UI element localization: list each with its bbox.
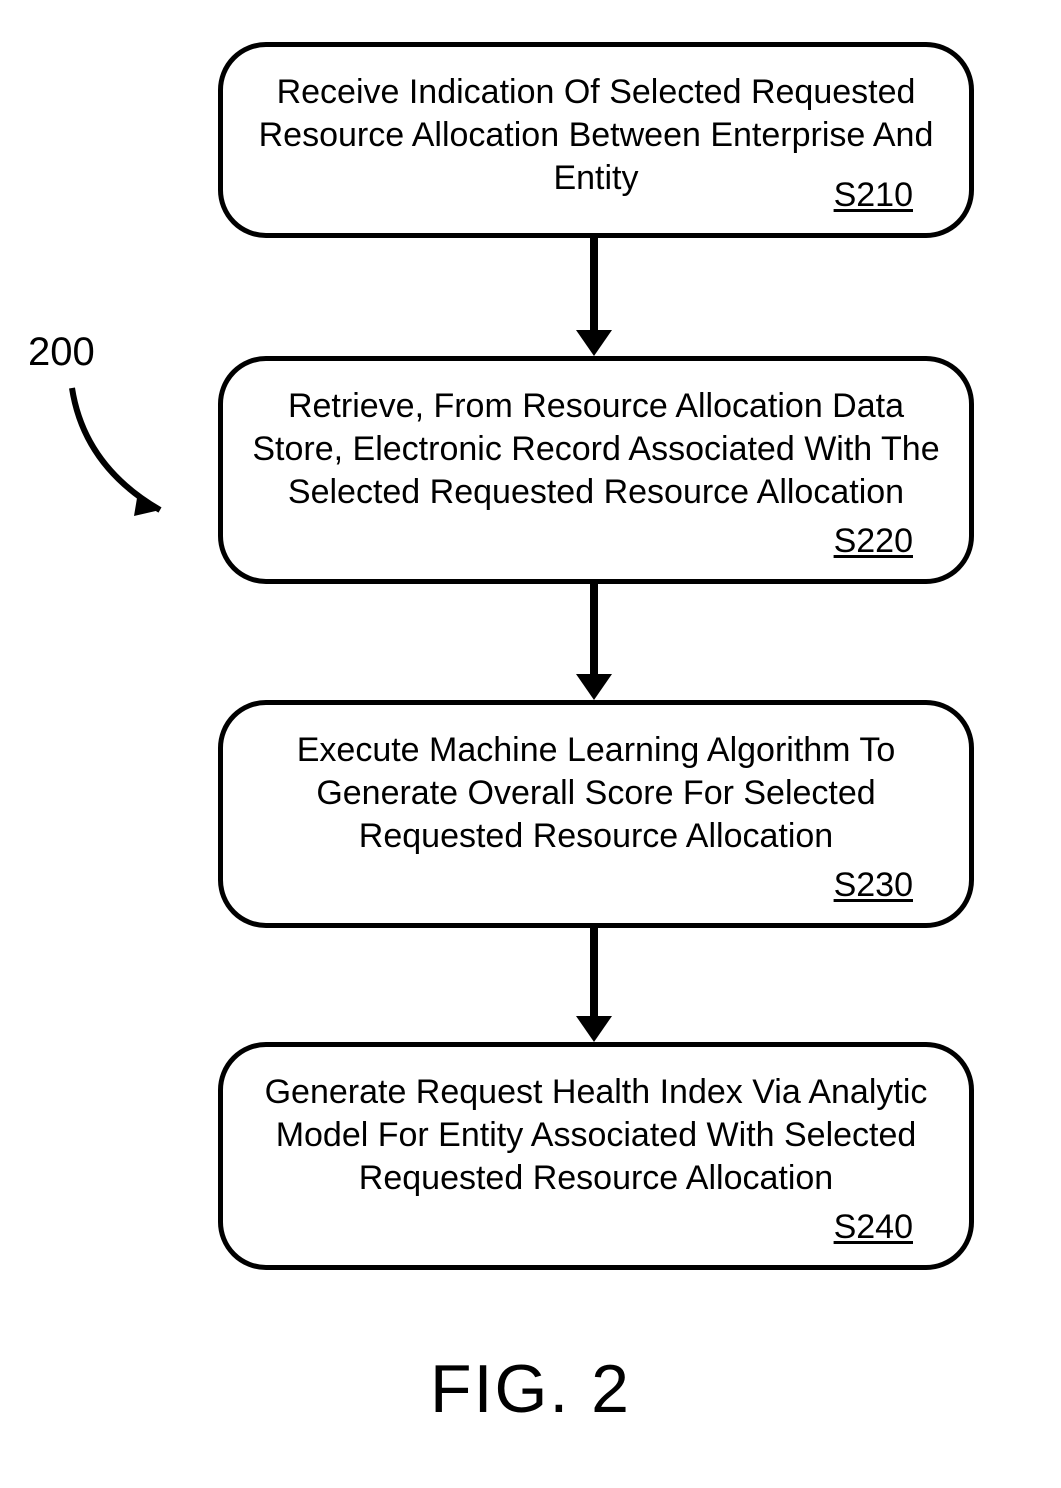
flow-step-ref: S240	[834, 1208, 913, 1247]
arrow-s210-s220	[590, 238, 598, 330]
flowchart-canvas: 200 Receive Indication Of Selected Reque…	[0, 0, 1061, 1488]
arrow-s220-s230	[590, 584, 598, 674]
arrowhead-icon	[576, 330, 612, 356]
flow-step-text: Receive Indication Of Selected Requested…	[251, 71, 941, 241]
arrowhead-icon	[576, 674, 612, 700]
arrow-s230-s240	[590, 928, 598, 1016]
flow-step-s210: Receive Indication Of Selected Requested…	[218, 42, 974, 238]
flow-step-ref: S220	[834, 522, 913, 561]
figure-caption: FIG. 2	[0, 1350, 1061, 1428]
flow-step-ref: S210	[834, 176, 913, 215]
flow-step-ref: S230	[834, 866, 913, 905]
reference-number-200: 200	[28, 330, 95, 375]
reference-arrow-icon	[42, 376, 202, 536]
flow-step-s230: Execute Machine Learning Algorithm To Ge…	[218, 700, 974, 928]
flow-step-s220: Retrieve, From Resource Allocation Data …	[218, 356, 974, 584]
flow-step-s240: Generate Request Health Index Via Analyt…	[218, 1042, 974, 1270]
arrowhead-icon	[576, 1016, 612, 1042]
